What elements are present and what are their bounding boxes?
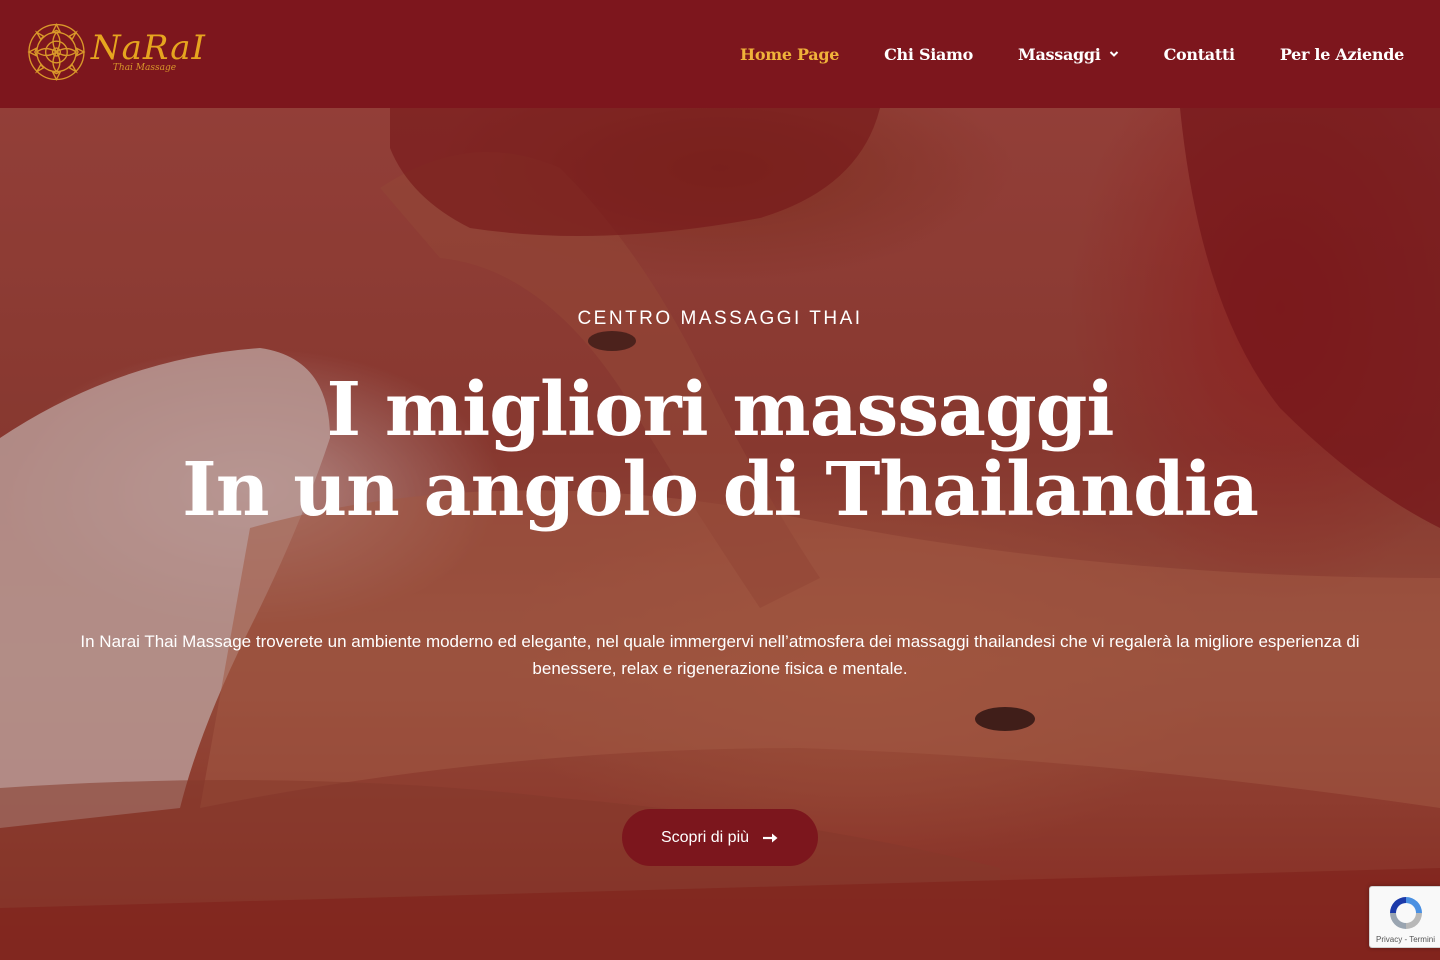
scopri-di-piu-button[interactable]: Scopri di più — [622, 809, 818, 866]
nav-item-label: Massaggi — [1018, 44, 1101, 64]
brand-name: NaRaI — [90, 28, 206, 68]
nav-item-label: Per le Aziende — [1279, 44, 1404, 64]
main-nav: Home Page Chi Siamo Massaggi Contatti Pe… — [695, 0, 1404, 108]
site-header: NaRaI Thai Massage Home Page Chi Siamo M… — [0, 0, 1440, 108]
hero-intro: In Narai Thai Massage troverete un ambie… — [40, 628, 1400, 682]
nav-item-label: Contatti — [1163, 44, 1236, 64]
nav-item-per-le-aziende[interactable]: Per le Aziende — [1280, 45, 1404, 64]
intro-line-2: benessere, relax e rigenerazione fisica … — [532, 659, 908, 678]
cta-label: Scopri di più — [660, 828, 750, 846]
hero-headline: I migliori massaggi In un angolo di Thai… — [0, 370, 1440, 530]
arrow-right-icon — [763, 833, 778, 842]
brand-tagline: Thai Massage — [112, 63, 177, 73]
headline-line-1: I migliori massaggi — [326, 367, 1114, 453]
chevron-down-icon — [1109, 51, 1118, 57]
nav-item-label: Home Page — [740, 44, 840, 64]
recaptcha-icon — [1389, 897, 1422, 929]
nav-item-label: Chi Siamo — [884, 44, 974, 64]
hero-eyebrow: CENTRO MASSAGGI THAI — [577, 308, 863, 329]
headline-line-2: In un angolo di Thailandia — [182, 447, 1259, 533]
nav-item-home[interactable]: Home Page — [740, 45, 839, 64]
nav-item-chi-siamo[interactable]: Chi Siamo — [884, 45, 973, 64]
mandala-icon — [27, 22, 86, 82]
intro-line-1: In Narai Thai Massage troverete un ambie… — [80, 632, 1360, 651]
nav-item-contatti[interactable]: Contatti — [1163, 44, 1236, 64]
recaptcha-badge[interactable]: Privacy - Termini — [1369, 886, 1440, 948]
hero-section: CENTRO MASSAGGI THAI I migliori massaggi… — [0, 108, 1440, 960]
nav-item-massaggi[interactable]: Massaggi — [1018, 45, 1119, 64]
site-logo[interactable]: NaRaI Thai Massage — [26, 18, 206, 86]
recaptcha-links[interactable]: Privacy - Termini — [1376, 935, 1435, 944]
